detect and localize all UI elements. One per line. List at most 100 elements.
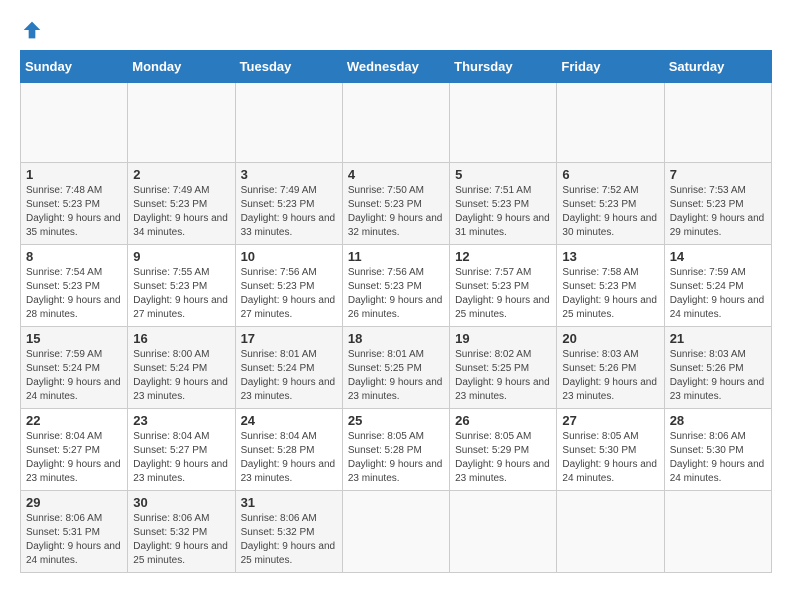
day-info: Sunrise: 8:04 AMSunset: 5:27 PMDaylight:… (133, 430, 229, 486)
day-info: Sunrise: 8:05 AMSunset: 5:29 PMDaylight:… (455, 430, 551, 486)
day-number: 17 (241, 331, 337, 346)
day-info: Sunrise: 8:03 AMSunset: 5:26 PMDaylight:… (562, 348, 658, 404)
day-number: 1 (26, 167, 122, 182)
calendar-day-cell (664, 83, 771, 163)
day-of-week-header: Saturday (664, 51, 771, 83)
calendar-day-cell (342, 491, 449, 573)
day-info: Sunrise: 8:04 AMSunset: 5:27 PMDaylight:… (26, 430, 122, 486)
calendar-day-cell: 12 Sunrise: 7:57 AMSunset: 5:23 PMDayligh… (450, 245, 557, 327)
day-number: 29 (26, 495, 122, 510)
calendar-day-cell: 7 Sunrise: 7:53 AMSunset: 5:23 PMDaylight… (664, 163, 771, 245)
day-number: 23 (133, 413, 229, 428)
calendar-week-row: 8Sunrise: 7:54 AMSunset: 5:23 PMDaylight… (21, 245, 772, 327)
calendar-day-cell: 1 Sunrise: 7:48 AMSunset: 5:23 PMDaylight… (21, 163, 128, 245)
calendar-day-cell: 15Sunrise: 7:59 AMSunset: 5:24 PMDayligh… (21, 327, 128, 409)
calendar-day-cell: 31Sunrise: 8:06 AMSunset: 5:32 PMDayligh… (235, 491, 342, 573)
calendar-day-cell (235, 83, 342, 163)
day-number: 27 (562, 413, 658, 428)
day-info: Sunrise: 7:58 AMSunset: 5:23 PMDaylight:… (562, 266, 658, 322)
calendar-week-row (21, 83, 772, 163)
calendar-day-cell: 14Sunrise: 7:59 AMSunset: 5:24 PMDayligh… (664, 245, 771, 327)
day-number: 5 (455, 167, 551, 182)
day-info: Sunrise: 8:06 AMSunset: 5:32 PMDaylight:… (133, 512, 229, 568)
day-number: 30 (133, 495, 229, 510)
day-of-week-header: Monday (128, 51, 235, 83)
calendar-day-cell (557, 491, 664, 573)
calendar-day-cell: 8Sunrise: 7:54 AMSunset: 5:23 PMDaylight… (21, 245, 128, 327)
day-info: Sunrise: 8:06 AMSunset: 5:32 PMDaylight:… (241, 512, 337, 568)
calendar-day-cell: 28 Sunrise: 8:06 AMSunset: 5:30 PMDayligh… (664, 409, 771, 491)
calendar-day-cell: 3Sunrise: 7:49 AMSunset: 5:23 PMDaylight… (235, 163, 342, 245)
calendar-header-row: SundayMondayTuesdayWednesdayThursdayFrid… (21, 51, 772, 83)
day-info: Sunrise: 7:52 AMSunset: 5:23 PMDaylight:… (562, 184, 658, 240)
logo (20, 20, 42, 40)
day-info: Sunrise: 8:00 AMSunset: 5:24 PMDaylight:… (133, 348, 229, 404)
day-info: Sunrise: 7:50 AMSunset: 5:23 PMDaylight:… (348, 184, 444, 240)
day-number: 19 (455, 331, 551, 346)
day-info: Sunrise: 7:55 AMSunset: 5:23 PMDaylight:… (133, 266, 229, 322)
day-of-week-header: Friday (557, 51, 664, 83)
day-info: Sunrise: 8:06 AMSunset: 5:30 PMDaylight:… (670, 430, 766, 486)
day-number: 7 (670, 167, 766, 182)
calendar-day-cell: 21 Sunrise: 8:03 AMSunset: 5:26 PMDayligh… (664, 327, 771, 409)
logo-icon (22, 20, 42, 40)
day-number: 18 (348, 331, 444, 346)
day-of-week-header: Wednesday (342, 51, 449, 83)
day-number: 22 (26, 413, 122, 428)
calendar-day-cell: 23 Sunrise: 8:04 AMSunset: 5:27 PMDayligh… (128, 409, 235, 491)
calendar-day-cell: 19 Sunrise: 8:02 AMSunset: 5:25 PMDayligh… (450, 327, 557, 409)
day-info: Sunrise: 8:02 AMSunset: 5:25 PMDaylight:… (455, 348, 551, 404)
calendar-day-cell (450, 491, 557, 573)
day-of-week-header: Sunday (21, 51, 128, 83)
day-info: Sunrise: 7:57 AMSunset: 5:23 PMDaylight:… (455, 266, 551, 322)
calendar-week-row: 1 Sunrise: 7:48 AMSunset: 5:23 PMDaylight… (21, 163, 772, 245)
calendar-day-cell: 2Sunrise: 7:49 AMSunset: 5:23 PMDaylight… (128, 163, 235, 245)
calendar-day-cell: 10Sunrise: 7:56 AMSunset: 5:23 PMDayligh… (235, 245, 342, 327)
day-info: Sunrise: 7:48 AMSunset: 5:23 PMDaylight:… (26, 184, 122, 240)
day-number: 9 (133, 249, 229, 264)
day-number: 14 (670, 249, 766, 264)
day-number: 21 (670, 331, 766, 346)
calendar-table: SundayMondayTuesdayWednesdayThursdayFrid… (20, 50, 772, 573)
day-number: 24 (241, 413, 337, 428)
calendar-day-cell: 5 Sunrise: 7:51 AMSunset: 5:23 PMDaylight… (450, 163, 557, 245)
day-info: Sunrise: 7:54 AMSunset: 5:23 PMDaylight:… (26, 266, 122, 322)
calendar-day-cell: 25Sunrise: 8:05 AMSunset: 5:28 PMDayligh… (342, 409, 449, 491)
day-number: 11 (348, 249, 444, 264)
calendar-day-cell (664, 491, 771, 573)
calendar-day-cell: 29 Sunrise: 8:06 AMSunset: 5:31 PMDayligh… (21, 491, 128, 573)
day-info: Sunrise: 7:49 AMSunset: 5:23 PMDaylight:… (133, 184, 229, 240)
day-info: Sunrise: 7:53 AMSunset: 5:23 PMDaylight:… (670, 184, 766, 240)
calendar-day-cell (128, 83, 235, 163)
day-info: Sunrise: 8:01 AMSunset: 5:24 PMDaylight:… (241, 348, 337, 404)
calendar-day-cell: 18 Sunrise: 8:01 AMSunset: 5:25 PMDayligh… (342, 327, 449, 409)
calendar-day-cell: 26Sunrise: 8:05 AMSunset: 5:29 PMDayligh… (450, 409, 557, 491)
calendar-day-cell: 4Sunrise: 7:50 AMSunset: 5:23 PMDaylight… (342, 163, 449, 245)
calendar-day-cell: 30 Sunrise: 8:06 AMSunset: 5:32 PMDayligh… (128, 491, 235, 573)
calendar-day-cell (342, 83, 449, 163)
day-number: 16 (133, 331, 229, 346)
calendar-week-row: 29 Sunrise: 8:06 AMSunset: 5:31 PMDayligh… (21, 491, 772, 573)
calendar-day-cell (21, 83, 128, 163)
day-number: 25 (348, 413, 444, 428)
calendar-week-row: 22 Sunrise: 8:04 AMSunset: 5:27 PMDayligh… (21, 409, 772, 491)
day-number: 20 (562, 331, 658, 346)
day-info: Sunrise: 7:59 AMSunset: 5:24 PMDaylight:… (26, 348, 122, 404)
day-number: 6 (562, 167, 658, 182)
day-info: Sunrise: 8:01 AMSunset: 5:25 PMDaylight:… (348, 348, 444, 404)
day-info: Sunrise: 8:06 AMSunset: 5:31 PMDaylight:… (26, 512, 122, 568)
day-info: Sunrise: 7:56 AMSunset: 5:23 PMDaylight:… (241, 266, 337, 322)
day-info: Sunrise: 8:03 AMSunset: 5:26 PMDaylight:… (670, 348, 766, 404)
day-of-week-header: Thursday (450, 51, 557, 83)
day-info: Sunrise: 7:51 AMSunset: 5:23 PMDaylight:… (455, 184, 551, 240)
calendar-day-cell: 17 Sunrise: 8:01 AMSunset: 5:24 PMDayligh… (235, 327, 342, 409)
day-number: 12 (455, 249, 551, 264)
calendar-day-cell: 22 Sunrise: 8:04 AMSunset: 5:27 PMDayligh… (21, 409, 128, 491)
calendar-day-cell: 9 Sunrise: 7:55 AMSunset: 5:23 PMDaylight… (128, 245, 235, 327)
day-info: Sunrise: 7:49 AMSunset: 5:23 PMDaylight:… (241, 184, 337, 240)
calendar-day-cell (450, 83, 557, 163)
calendar-day-cell: 16 Sunrise: 8:00 AMSunset: 5:24 PMDayligh… (128, 327, 235, 409)
day-number: 28 (670, 413, 766, 428)
calendar-day-cell: 20 Sunrise: 8:03 AMSunset: 5:26 PMDayligh… (557, 327, 664, 409)
calendar-day-cell: 11Sunrise: 7:56 AMSunset: 5:23 PMDayligh… (342, 245, 449, 327)
